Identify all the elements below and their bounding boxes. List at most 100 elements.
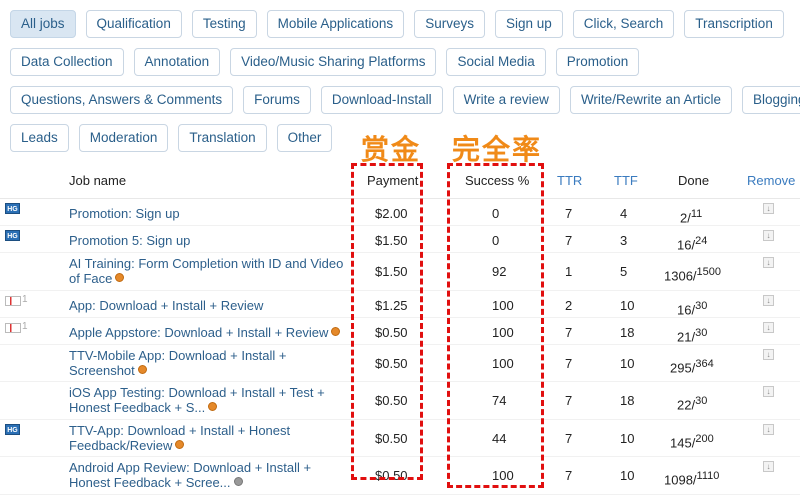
category-chip[interactable]: Annotation (133, 48, 221, 76)
ttf-cell: 5 (620, 264, 628, 279)
remove-download-icon[interactable]: ↓ (763, 349, 774, 360)
ttf-cell: 18 (620, 325, 635, 340)
done-total: 24 (695, 235, 708, 247)
ttf-cell: 10 (620, 356, 635, 371)
job-name-line: AI Training: Form Completion with ID and… (69, 256, 344, 271)
done-total: 1500 (696, 266, 722, 278)
job-name-link[interactable]: App: Download + Install + Review (69, 298, 344, 313)
category-chip[interactable]: Mobile Applications (266, 10, 405, 38)
category-chip[interactable]: All jobs (10, 10, 76, 38)
remove-download-icon[interactable]: ↓ (763, 230, 774, 241)
done-progress: 1306/1500 (664, 266, 734, 283)
category-chip[interactable]: Leads (10, 124, 69, 152)
header-ttr[interactable]: TTR (557, 173, 582, 188)
job-name-link[interactable]: TTV-App: Download + Install + Honest Feed… (69, 423, 344, 453)
flag-count: 1 (22, 321, 28, 332)
job-name-line: Promotion 5: Sign up (69, 233, 191, 248)
category-chip[interactable]: Video/Music Sharing Platforms (230, 48, 437, 76)
job-name-link[interactable]: Apple Appstore: Download + Install + Rev… (69, 325, 344, 340)
category-chip[interactable]: Write a review (452, 86, 560, 114)
done-total: 200 (695, 433, 714, 445)
done-count: 16 (677, 302, 692, 318)
category-chip[interactable]: Blogging (741, 86, 800, 114)
success-annotation: 完全率 (452, 133, 543, 166)
hg-badge-icon: HG (5, 424, 20, 435)
done-count: 16 (677, 237, 692, 253)
hg-badge-icon: HG (5, 230, 20, 241)
category-chip[interactable]: Qualification (85, 10, 182, 38)
job-name-line: Screenshot (69, 363, 135, 378)
country-flag-icon (5, 296, 21, 306)
category-chip[interactable]: Other (276, 124, 333, 152)
category-chip[interactable]: Promotion (555, 48, 640, 76)
done-progress: 22/30 (677, 395, 747, 412)
header-ttf[interactable]: TTF (614, 173, 638, 188)
done-progress: 1098/1110 (664, 470, 734, 487)
category-chip[interactable]: Surveys (414, 10, 485, 38)
remove-download-icon[interactable]: ↓ (763, 257, 774, 268)
remove-download-icon[interactable]: ↓ (763, 322, 774, 333)
job-name-line: TTV-Mobile App: Download + Install + (69, 348, 287, 363)
remove-download-icon[interactable]: ↓ (763, 461, 774, 472)
job-name-link[interactable]: TTV-Mobile App: Download + Install + Scre… (69, 348, 344, 378)
category-row: Data Collection Annotation Video/Music Sha… (10, 48, 800, 76)
payment-annotation: 赏金 (361, 133, 422, 166)
category-chip[interactable]: Translation (178, 124, 267, 152)
done-total: 30 (695, 327, 708, 339)
ttr-cell: 7 (565, 356, 573, 371)
job-name-link[interactable]: iOS App Testing: Download + Install + Te… (69, 385, 344, 415)
job-name-line: Apple Appstore: Download + Install + Rev… (69, 325, 329, 340)
job-name-line: iOS App Testing: Download + Install + Te… (69, 385, 325, 400)
gray-status-dot-icon (233, 477, 243, 486)
job-name-line: of Face (69, 271, 113, 286)
category-chip[interactable]: Moderation (78, 124, 169, 152)
category-chip[interactable]: Questions, Answers & Comments (10, 86, 234, 114)
category-chip[interactable]: Sign up (494, 10, 563, 38)
success-highlight-box (447, 163, 544, 488)
ttr-cell: 7 (565, 233, 573, 248)
category-row: Questions, Answers & Comments Forums Downl… (10, 86, 800, 114)
job-name-link[interactable]: Promotion: Sign up (69, 206, 344, 221)
done-count: 1098 (664, 472, 693, 488)
header-remove[interactable]: Remove (747, 173, 795, 188)
hg-badge-icon: HG (5, 203, 20, 214)
remove-download-icon[interactable]: ↓ (763, 295, 774, 306)
ttr-cell: 7 (565, 206, 573, 221)
flag-count: 1 (22, 294, 28, 305)
orange-status-dot-icon (137, 365, 147, 374)
job-name-link[interactable]: Promotion 5: Sign up (69, 233, 344, 248)
done-progress: 295/364 (670, 358, 740, 375)
job-name-line: App: Download + Install + Review (69, 298, 264, 313)
category-row: All jobs Qualification Testing Mobile Appli… (10, 10, 800, 38)
orange-status-dot-icon (175, 440, 185, 449)
category-chip[interactable]: Forums (243, 86, 311, 114)
header-job-name: Job name (69, 173, 127, 188)
category-chip[interactable]: Testing (191, 10, 257, 38)
category-chip[interactable]: Data Collection (10, 48, 124, 76)
done-progress: 21/30 (677, 327, 747, 344)
ttf-cell: 10 (620, 468, 635, 483)
ttr-cell: 7 (565, 325, 573, 340)
done-count: 145 (670, 435, 692, 451)
category-chip[interactable]: Social Media (446, 48, 546, 76)
job-name-line: Feedback/Review (69, 438, 173, 453)
done-total: 30 (695, 300, 708, 312)
orange-status-dot-icon (208, 402, 218, 411)
remove-download-icon[interactable]: ↓ (763, 203, 774, 214)
job-name-line: TTV-App: Download + Install + Honest (69, 423, 291, 438)
remove-download-icon[interactable]: ↓ (763, 424, 774, 435)
category-chip[interactable]: Write/Rewrite an Article (569, 86, 732, 114)
done-total: 1110 (696, 470, 720, 482)
done-count: 22 (677, 397, 692, 413)
category-chip[interactable]: Click, Search (572, 10, 675, 38)
job-name-link[interactable]: AI Training: Form Completion with ID and… (69, 256, 344, 286)
ttf-cell: 3 (620, 233, 628, 248)
remove-download-icon[interactable]: ↓ (763, 386, 774, 397)
category-chip[interactable]: Download-Install (320, 86, 443, 114)
ttr-cell: 2 (565, 298, 573, 313)
category-chip[interactable]: Transcription (684, 10, 784, 38)
job-name-link[interactable]: Android App Review: Download + Install +… (69, 460, 344, 490)
ttr-cell: 7 (565, 431, 573, 446)
ttr-cell: 1 (565, 264, 573, 279)
ttf-cell: 4 (620, 206, 628, 221)
